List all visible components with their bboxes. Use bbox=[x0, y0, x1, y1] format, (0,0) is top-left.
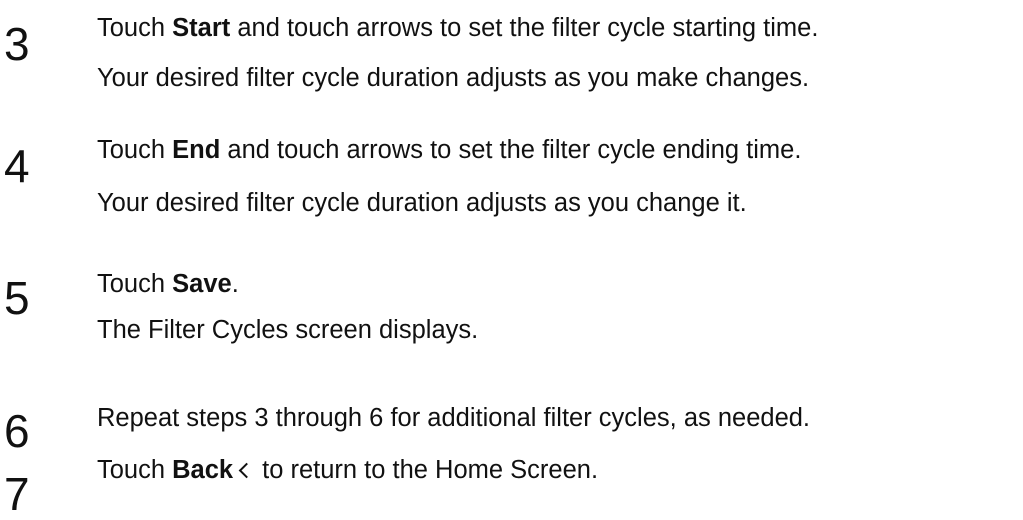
step-instruction: Touch End and touch arrows to set the fi… bbox=[97, 130, 801, 171]
step-result: Your desired filter cycle duration adjus… bbox=[97, 189, 747, 217]
step-result: Your desired filter cycle duration adjus… bbox=[97, 64, 810, 92]
save-label: Save bbox=[172, 270, 232, 298]
step-result: The Filter Cycles screen displays. bbox=[97, 316, 479, 344]
step-text: and touch arrows to set the filter cycle… bbox=[220, 136, 802, 164]
step-number: 6 bbox=[4, 405, 30, 457]
step-number: 3 bbox=[4, 18, 30, 70]
step-number: 4 bbox=[4, 140, 30, 192]
step-number: 7 bbox=[4, 468, 30, 520]
start-label: Start bbox=[172, 14, 231, 42]
step-text: and touch arrows to set the filter cycle… bbox=[230, 14, 819, 42]
step-instruction: Touch Back to return to the Home Screen. bbox=[97, 450, 598, 491]
step-text: Touch bbox=[97, 136, 173, 164]
step-instruction: Touch Save. bbox=[97, 264, 239, 305]
step-instruction: Touch Start and touch arrows to set the … bbox=[97, 8, 818, 49]
step-number: 5 bbox=[4, 272, 30, 324]
step-text: Touch bbox=[97, 456, 173, 484]
end-label: End bbox=[172, 136, 221, 164]
back-label: Back bbox=[172, 456, 234, 484]
step-instruction: Repeat steps 3 through 6 for additional … bbox=[97, 404, 811, 432]
chevron-left-icon bbox=[238, 462, 255, 479]
step-text: Touch bbox=[97, 270, 173, 298]
step-text: . bbox=[231, 270, 239, 298]
step-text: to return to the Home Screen. bbox=[262, 456, 599, 484]
step-text: Touch bbox=[97, 14, 173, 42]
